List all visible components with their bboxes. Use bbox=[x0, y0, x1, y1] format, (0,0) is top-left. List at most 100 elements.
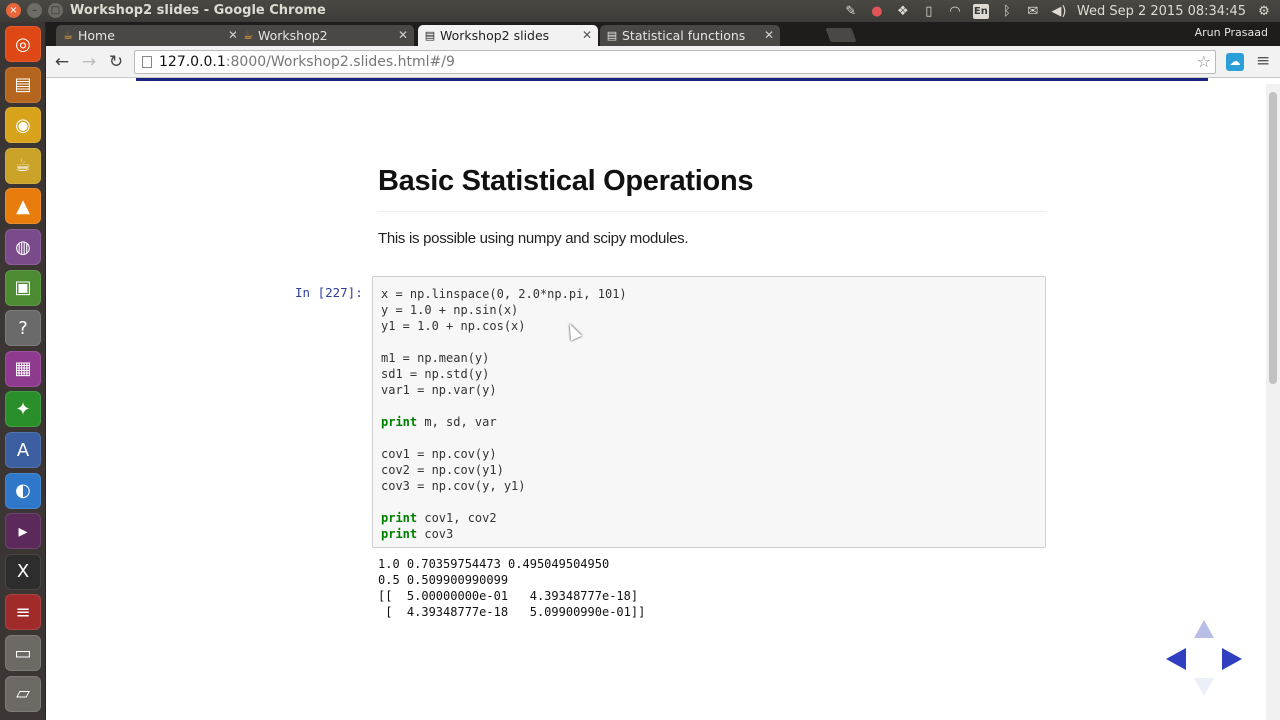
bluetooth-icon[interactable]: ᛒ bbox=[999, 4, 1015, 19]
bookmark-star-icon[interactable]: ☆ bbox=[1197, 51, 1211, 73]
launcher-screen-recorder-icon[interactable]: ◍ bbox=[5, 229, 41, 265]
launcher-calendar-icon[interactable]: ▦ bbox=[5, 350, 41, 387]
tab-statistical-functions[interactable]: ▤ Statistical functions ✕ bbox=[600, 25, 780, 46]
launcher-drive-icon[interactable]: ▭ bbox=[5, 635, 41, 671]
new-tab-button[interactable] bbox=[825, 28, 857, 42]
address-bar[interactable]: 127.0.0.1:8000/Workshop2.slides.html#/9 … bbox=[134, 50, 1216, 74]
launcher-files-icon[interactable]: ▤ bbox=[5, 66, 41, 103]
output-block: 1.0 0.70359754473 0.495049504950 0.5 0.50… bbox=[378, 556, 645, 620]
scrollbar-thumb[interactable] bbox=[1269, 92, 1277, 384]
system-tray: ✎ ● ❖ ▯ ◠ En ᛒ ✉ ◀) Wed Sep 2 2015 08:34… bbox=[843, 2, 1272, 20]
url-path: :8000/Workshop2.slides.html#/9 bbox=[225, 54, 455, 70]
output-line: [ 4.39348777e-18 5.09900990e-01]] bbox=[378, 605, 646, 619]
page-content: Basic Statistical Operations This is pos… bbox=[46, 78, 1280, 720]
nav-left-arrow-icon[interactable] bbox=[1166, 648, 1186, 670]
tab-home[interactable]: ☕ Home ✕ bbox=[56, 25, 244, 46]
keyboard-layout-indicator[interactable]: En bbox=[972, 3, 989, 19]
notebook-icon: ☕ bbox=[243, 29, 253, 42]
notebook-icon: ☕ bbox=[63, 29, 73, 42]
code-line: print cov1, cov2 bbox=[381, 511, 497, 525]
close-tab-icon[interactable]: ✕ bbox=[764, 25, 774, 46]
code-line: var1 = np.var(y) bbox=[381, 383, 497, 397]
unity-launcher: ◎ ▤ ◉ ☕ ▲ ◍ ▣? ▦ ✦ A ◐ ▸ X ≡ ▭ ▱ bbox=[0, 22, 46, 720]
launcher-help-icon[interactable]: ? bbox=[5, 310, 41, 347]
launcher-ipython-notebook-icon[interactable]: ☕ bbox=[5, 147, 41, 184]
tab-strip: ☕ Home ✕ ☕ Workshop2 ✕ ▤ Workshop2 slide… bbox=[46, 22, 1280, 46]
launcher-font-viewer-icon[interactable]: A bbox=[5, 432, 41, 468]
close-window-icon[interactable]: × bbox=[6, 3, 21, 18]
output-line: [[ 5.00000000e-01 4.39348777e-18] bbox=[378, 589, 639, 603]
slide-progress-bar bbox=[136, 78, 1208, 81]
dropbox-icon[interactable]: ❖ bbox=[895, 4, 911, 19]
launcher-trash-icon[interactable]: ▱ bbox=[5, 675, 41, 712]
title-divider bbox=[378, 211, 1046, 212]
tab-label: Workshop2 slides bbox=[440, 28, 550, 43]
code-line: cov1 = np.cov(y) bbox=[381, 447, 497, 461]
output-line: 1.0 0.70359754473 0.495049504950 bbox=[378, 557, 610, 571]
url-host: 127.0.0.1 bbox=[159, 54, 226, 70]
back-arrow-icon[interactable]: ← bbox=[51, 51, 73, 73]
tab-workshop2[interactable]: ☕ Workshop2 ✕ bbox=[236, 25, 414, 46]
launcher-cube-game-icon[interactable]: ▣ bbox=[5, 269, 41, 306]
page-icon: ▤ bbox=[606, 29, 618, 42]
window-title: Workshop2 slides - Google Chrome bbox=[70, 3, 326, 18]
slide-description: This is possible using numpy and scipy m… bbox=[378, 230, 689, 247]
code-line: y1 = 1.0 + np.cos(x) bbox=[381, 319, 526, 333]
minimize-window-icon[interactable]: – bbox=[27, 3, 42, 18]
tab-label: Home bbox=[78, 28, 115, 43]
tab-label: Statistical functions bbox=[622, 28, 746, 43]
record-icon[interactable]: ● bbox=[869, 4, 885, 19]
output-line: 0.5 0.509900990099 bbox=[378, 573, 509, 587]
browser-toolbar: ← → ↻ 127.0.0.1:8000/Workshop2.slides.ht… bbox=[46, 46, 1280, 78]
edit-icon[interactable]: ✎ bbox=[843, 4, 859, 19]
page-icon: ▤ bbox=[424, 29, 436, 42]
forward-arrow-icon[interactable]: → bbox=[78, 51, 100, 73]
close-tab-icon[interactable]: ✕ bbox=[582, 25, 592, 46]
launcher-app-red-icon[interactable]: ≡ bbox=[5, 594, 41, 631]
launcher-xournal-icon[interactable]: X bbox=[5, 553, 41, 590]
nav-up-arrow-icon[interactable] bbox=[1194, 620, 1214, 638]
code-cell[interactable]: x = np.linspace(0, 2.0*np.pi, 101) y = 1.… bbox=[372, 276, 1046, 548]
nav-down-arrow-icon[interactable] bbox=[1194, 678, 1214, 696]
code-line: cov3 = np.cov(y, y1) bbox=[381, 479, 526, 493]
tab-workshop2-slides[interactable]: ▤ Workshop2 slides ✕ bbox=[418, 25, 598, 46]
clock[interactable]: Wed Sep 2 2015 08:34:45 bbox=[1077, 4, 1246, 19]
launcher-vlc-icon[interactable]: ▲ bbox=[5, 188, 41, 225]
code-line: y = 1.0 + np.sin(x) bbox=[381, 303, 519, 317]
reload-icon[interactable]: ↻ bbox=[105, 51, 127, 73]
code-line: cov2 = np.cov(y1) bbox=[381, 463, 504, 477]
launcher-terminal-icon[interactable]: ▸ bbox=[5, 513, 41, 550]
nav-right-arrow-icon[interactable] bbox=[1222, 648, 1242, 670]
code-line: m1 = np.mean(y) bbox=[381, 351, 490, 365]
page-scrollbar[interactable] bbox=[1266, 84, 1280, 720]
code-line: print m, sd, var bbox=[381, 415, 497, 429]
chrome-menu-icon[interactable]: ≡ bbox=[1256, 51, 1270, 71]
clipboard-icon[interactable]: ▯ bbox=[921, 4, 937, 19]
volume-icon[interactable]: ◀) bbox=[1051, 4, 1067, 19]
slide-title: Basic Statistical Operations bbox=[378, 165, 754, 197]
launcher-chrome-icon[interactable]: ◉ bbox=[5, 107, 41, 144]
tab-label: Workshop2 bbox=[258, 28, 328, 43]
launcher-browser-globe-icon[interactable]: ◐ bbox=[5, 472, 41, 509]
code-line: sd1 = np.std(y) bbox=[381, 367, 490, 381]
launcher-software-center-icon[interactable]: ✦ bbox=[5, 391, 41, 428]
power-gear-icon[interactable]: ⚙ bbox=[1256, 4, 1272, 19]
slide-navigation bbox=[1164, 618, 1244, 698]
input-prompt: In [227]: bbox=[295, 285, 363, 300]
launcher-dash-icon[interactable]: ◎ bbox=[5, 26, 41, 62]
code-block: x = np.linspace(0, 2.0*np.pi, 101) y = 1.… bbox=[381, 286, 627, 542]
mail-icon[interactable]: ✉ bbox=[1025, 4, 1041, 19]
maximize-window-icon[interactable]: □ bbox=[48, 3, 63, 18]
code-line: print cov3 bbox=[381, 527, 454, 541]
extension-icon[interactable]: ☁ bbox=[1226, 53, 1244, 71]
wifi-icon[interactable]: ◠ bbox=[947, 4, 963, 19]
ubuntu-top-panel: × – □ Workshop2 slides - Google Chrome ✎… bbox=[0, 0, 1280, 22]
window-controls: × – □ bbox=[6, 3, 63, 18]
profile-name[interactable]: Arun Prasaad bbox=[1195, 26, 1268, 39]
page-icon bbox=[142, 56, 152, 68]
close-tab-icon[interactable]: ✕ bbox=[398, 25, 408, 46]
